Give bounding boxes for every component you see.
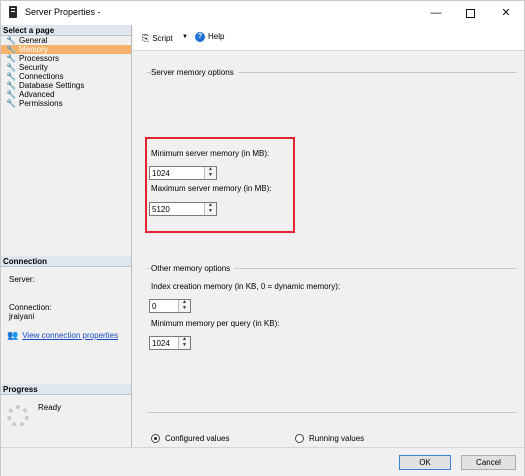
page-item-label: Connections (19, 72, 64, 81)
page-item-label: General (19, 36, 48, 45)
select-page-header: Select a page (1, 25, 131, 36)
index-creation-memory-value[interactable]: 0 (152, 302, 156, 311)
min-memory-per-query-value[interactable]: 1024 (152, 339, 170, 348)
view-connection-link[interactable]: View connection properties (22, 331, 118, 340)
min-memory-per-query-label: Minimum memory per query (in KB): (151, 319, 280, 328)
page-item-label: Permissions (19, 99, 63, 108)
stepper-down-icon[interactable]: ▼ (179, 306, 190, 312)
page-item-label: Memory (19, 45, 48, 54)
radio-selected-icon[interactable] (151, 434, 160, 444)
page-item-connections[interactable]: 🔧 Connections (1, 72, 131, 81)
memory-page-content: Server memory options Minimum server mem… (133, 50, 524, 447)
min-server-memory-stepper[interactable]: 1024 ▲ ▼ (149, 166, 217, 180)
server-app-icon (9, 6, 17, 18)
help-icon: ? (195, 32, 205, 42)
help-label: Help (208, 32, 225, 42)
index-creation-memory-stepper[interactable]: 0 ▲ ▼ (149, 299, 191, 313)
group-divider (147, 412, 517, 413)
right-panel: ⎘ Script ▼ ? Help Server memory options Mi… (133, 25, 524, 447)
page-item-label: Advanced (19, 90, 55, 99)
wrench-icon: 🔧 (6, 72, 16, 81)
min-memory-per-query-stepper[interactable]: 1024 ▲ ▼ (149, 336, 191, 350)
maximize-icon (465, 8, 475, 18)
wrench-icon: 🔧 (6, 45, 16, 54)
view-connection-properties[interactable]: 👥 View connection properties (7, 330, 118, 341)
page-item-label: Database Settings (19, 81, 85, 90)
stepper-down-icon[interactable]: ▼ (179, 343, 190, 349)
toolbar: ⎘ Script ▼ ? Help (133, 25, 524, 50)
server-memory-group-label: Server memory options (151, 68, 238, 77)
cancel-button[interactable]: Cancel (461, 455, 516, 470)
people-icon: 👥 (7, 330, 19, 340)
progress-status: Ready (38, 403, 62, 412)
page-item-database-settings[interactable]: 🔧 Database Settings (1, 81, 131, 90)
page-item-general[interactable]: 🔧 General (1, 36, 131, 45)
minimize-button[interactable]: — (419, 1, 453, 25)
wrench-icon: 🔧 (6, 81, 16, 90)
dialog-button-bar: OK Cancel (1, 447, 524, 476)
max-server-memory-label: Maximum server memory (in MB): (151, 184, 272, 193)
stepper-buttons[interactable]: ▲ ▼ (178, 337, 190, 349)
configured-values-radio[interactable]: Configured values (151, 434, 230, 444)
window-title: Server Properties - (25, 7, 101, 17)
page-item-processors[interactable]: 🔧 Processors (1, 54, 131, 63)
progress-spinner-icon (7, 405, 29, 427)
title-bar: Server Properties - — ✕ (1, 1, 524, 25)
left-panel: Select a page 🔧 General 🔧 Memory 🔧 Proce… (1, 25, 132, 447)
wrench-icon: 🔧 (6, 90, 16, 99)
connection-label: Connection: (9, 303, 52, 312)
wrench-icon: 🔧 (6, 54, 16, 63)
configured-values-label: Configured values (165, 434, 230, 443)
script-dropdown-chevron-down-icon[interactable]: ▼ (182, 34, 188, 40)
page-item-advanced[interactable]: 🔧 Advanced (1, 90, 131, 99)
page-item-label: Processors (19, 54, 60, 63)
help-button[interactable]: ? Help (195, 32, 224, 42)
progress-header: Progress (1, 384, 131, 395)
other-memory-group-label: Other memory options (151, 264, 235, 273)
stepper-down-icon[interactable]: ▼ (205, 209, 216, 215)
page-list: 🔧 General 🔧 Memory 🔧 Processors 🔧 Securi… (1, 36, 131, 108)
wrench-icon: 🔧 (6, 36, 16, 45)
connection-header: Connection (1, 256, 131, 267)
page-item-memory[interactable]: 🔧 Memory (1, 45, 131, 54)
server-label: Server: (9, 275, 35, 284)
page-item-security[interactable]: 🔧 Security (1, 63, 131, 72)
index-creation-memory-label: Index creation memory (in KB, 0 = dynami… (151, 282, 341, 291)
close-button[interactable]: ✕ (489, 1, 523, 25)
stepper-buttons[interactable]: ▲ ▼ (204, 203, 216, 215)
min-server-memory-label: Minimum server memory (in MB): (151, 149, 270, 158)
running-values-label: Running values (309, 434, 365, 443)
stepper-down-icon[interactable]: ▼ (205, 173, 216, 179)
connection-user: jraiyani (9, 312, 35, 321)
max-server-memory-value[interactable]: 5120 (152, 205, 170, 214)
ok-button[interactable]: OK (399, 455, 451, 470)
min-server-memory-value[interactable]: 1024 (152, 169, 170, 178)
script-button[interactable]: ⎘ Script (142, 33, 173, 44)
wrench-icon: 🔧 (6, 99, 16, 108)
running-values-radio[interactable]: Running values (295, 434, 365, 444)
page-item-label: Security (19, 63, 48, 72)
page-item-permissions[interactable]: 🔧 Permissions (1, 99, 131, 108)
stepper-buttons[interactable]: ▲ ▼ (178, 300, 190, 312)
stepper-buttons[interactable]: ▲ ▼ (204, 167, 216, 179)
maximize-button[interactable] (453, 1, 487, 25)
wrench-icon: 🔧 (6, 63, 16, 72)
radio-unselected-icon[interactable] (295, 434, 304, 444)
server-properties-window: Server Properties - — ✕ Select a page 🔧 … (0, 0, 525, 476)
script-label: Script (152, 34, 173, 43)
max-server-memory-stepper[interactable]: 5120 ▲ ▼ (149, 202, 217, 216)
script-icon: ⎘ (142, 33, 150, 43)
